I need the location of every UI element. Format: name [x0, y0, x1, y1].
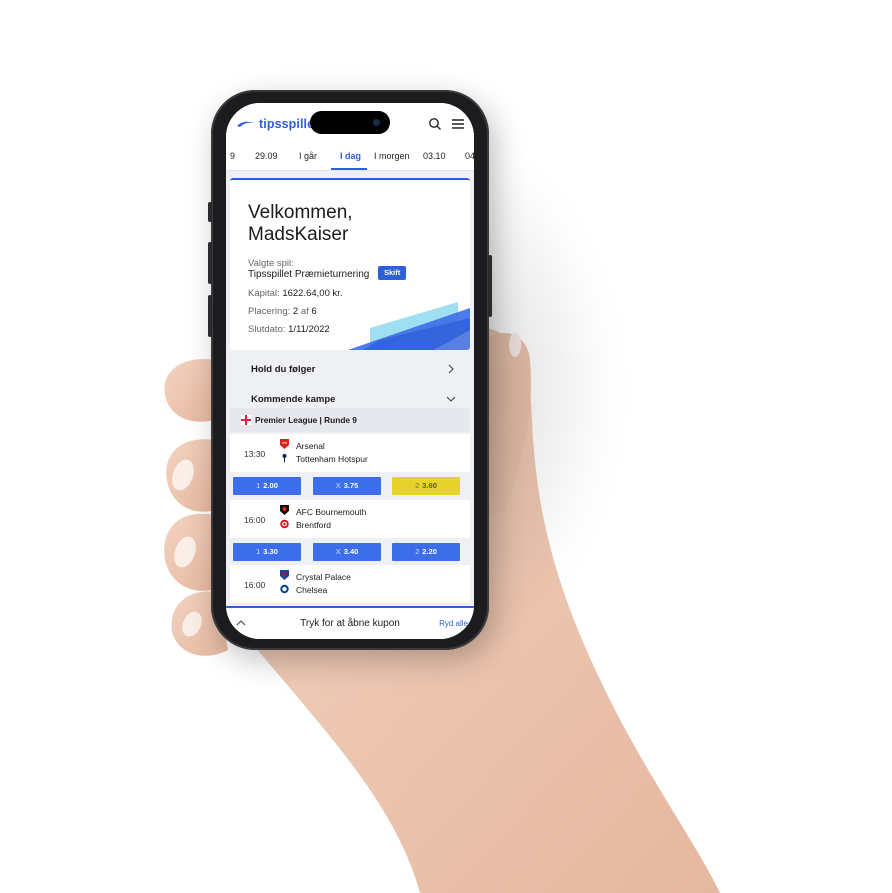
home-team: Arsenal	[296, 441, 325, 451]
date-tab[interactable]: I går	[299, 151, 317, 161]
odd-value: 3.30	[263, 547, 278, 556]
away-team: Brentford	[296, 520, 331, 530]
capital-row: Kapital: 1622.64,00 kr.	[248, 288, 343, 299]
end-date-value: 1/11/2022	[288, 324, 330, 335]
date-tab-active[interactable]: I dag	[340, 151, 361, 161]
date-tab[interactable]: 9	[230, 151, 235, 161]
odd-home-button[interactable]: 1 2.00	[233, 477, 301, 495]
placement-of: af	[300, 306, 309, 317]
brentford-crest-icon	[280, 519, 289, 529]
following-teams-label: Hold du følger	[251, 364, 316, 375]
crystal-palace-crest-icon	[280, 570, 289, 580]
odd-home-button[interactable]: 1 3.30	[233, 543, 301, 561]
odd-key: 1	[256, 547, 261, 556]
coupon-bar[interactable]: Tryk for at åbne kupon Ryd alle	[226, 606, 474, 639]
england-flag-icon	[241, 415, 251, 425]
match-card: 16:00 AFC Bournemouth Brentford 1 3.30 X3…	[230, 500, 470, 565]
odd-away-button[interactable]: 2 2.20	[392, 543, 460, 561]
date-tab[interactable]: 04	[465, 151, 474, 161]
side-button	[208, 242, 212, 284]
placement-total: 6	[311, 306, 317, 317]
welcome-card: Velkommen, MadsKaiser Valgte spil: Tipss…	[230, 178, 470, 350]
end-date-label: Slutdato:	[248, 324, 286, 335]
odd-key: X	[335, 481, 341, 490]
odd-key: 2	[415, 481, 420, 490]
placement-value: 2	[292, 306, 299, 317]
side-button	[208, 202, 212, 222]
dynamic-island	[310, 111, 390, 134]
chevron-down-icon	[446, 396, 456, 402]
search-icon[interactable]	[428, 117, 442, 131]
clear-all-link[interactable]: Ryd alle	[439, 619, 468, 628]
odd-draw-button[interactable]: X 3.75	[313, 477, 381, 495]
selected-game-label: Valgte spil:	[248, 258, 294, 269]
active-tab-underline	[331, 168, 367, 170]
league-header: Premier League | Runde 9	[230, 408, 470, 432]
home-team: AFC Bournemouth	[296, 507, 367, 517]
away-team: Tottenham Hotspur	[296, 454, 368, 464]
match-time: 13:30	[244, 449, 266, 459]
odd-draw-button[interactable]: X 3.40	[313, 543, 381, 561]
date-tab[interactable]: 29.09	[255, 151, 278, 161]
odd-key: X	[335, 547, 341, 556]
odd-key: 1	[256, 481, 261, 490]
logo-wave-icon	[237, 121, 255, 127]
match-card: 13:30 Arsenal Tottenham Hotspur 1 2.00 X3…	[230, 434, 470, 499]
odd-value: 2.20	[422, 547, 437, 556]
league-name: Premier League | Runde 9	[255, 415, 357, 425]
menu-icon[interactable]	[451, 117, 465, 131]
open-coupon-text[interactable]: Tryk for at åbne kupon	[226, 618, 474, 629]
odds-row: 1 3.30 X 3.40 2 2.20	[230, 538, 470, 565]
welcome-title: Velkommen, MadsKaiser	[248, 202, 353, 245]
home-team: Crystal Palace	[296, 572, 351, 582]
odd-away-button-selected[interactable]: 2 3.60	[392, 477, 460, 495]
tottenham-crest-icon	[282, 454, 287, 463]
upcoming-matches-label: Kommende kampe	[251, 394, 336, 405]
logo[interactable]: tipsspillet	[236, 117, 318, 131]
placement-row: Placering: 2 af 6	[248, 306, 317, 317]
selected-game-name: Tipsspillet Præmieturnering	[248, 269, 370, 280]
away-team: Chelsea	[296, 585, 328, 595]
odd-value: 3.60	[422, 481, 437, 490]
following-teams-row[interactable]: Hold du følger	[230, 355, 470, 383]
match-time: 16:00	[244, 515, 266, 525]
switch-game-button[interactable]: Skift	[378, 266, 407, 280]
end-date-row: Slutdato: 1/11/2022	[248, 324, 330, 335]
odd-key: 2	[415, 547, 420, 556]
capital-value: 1622.64,00 kr.	[282, 288, 343, 299]
side-button	[208, 295, 212, 337]
odd-value: 3.75	[343, 481, 359, 490]
date-tabs: 9 29.09 I går I dag I morgen 03.10 04	[226, 143, 474, 171]
bournemouth-crest-icon	[280, 505, 289, 515]
odds-row: 1 2.00 X 3.75 2 3.60	[230, 472, 470, 499]
arsenal-crest-icon	[280, 439, 289, 449]
match-time: 16:00	[244, 580, 266, 590]
chelsea-crest-icon	[280, 584, 289, 594]
chevron-right-icon	[448, 364, 454, 374]
capital-label: Kapital:	[248, 288, 280, 299]
side-button	[488, 255, 492, 317]
odd-value: 3.40	[343, 547, 359, 556]
odd-value: 2.00	[263, 481, 278, 490]
phone-screen: tipsspillet 9 29.09 I går I dag I morgen…	[226, 103, 474, 639]
date-tab[interactable]: 03.10	[423, 151, 446, 161]
placement-label: Placering:	[248, 306, 291, 317]
date-tab[interactable]: I morgen	[374, 151, 410, 161]
